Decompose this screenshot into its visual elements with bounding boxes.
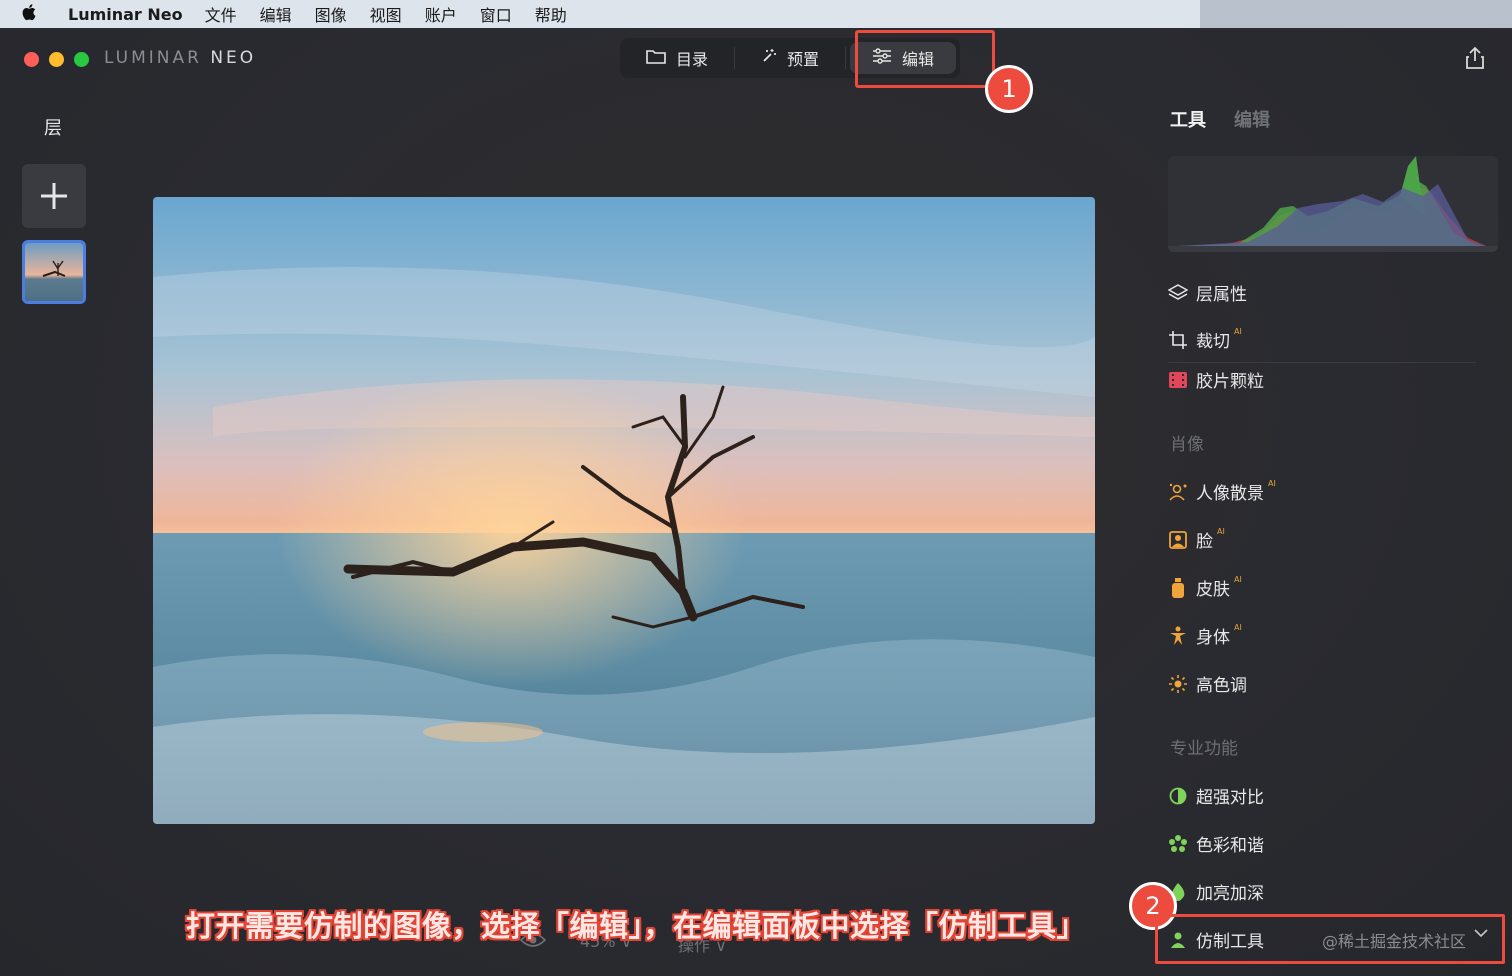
- section-professional: 专业功能: [1170, 739, 1238, 759]
- panel-divider: [1168, 362, 1476, 363]
- body-icon: [1168, 626, 1188, 646]
- magic-wand-icon: [761, 48, 777, 68]
- crop-icon: [1168, 330, 1188, 350]
- tool-dodge-burn[interactable]: 加亮加深: [1168, 879, 1264, 904]
- panel-tabs: 工具 编辑: [1170, 106, 1270, 132]
- color-harmony-icon: [1168, 834, 1188, 854]
- face-icon: [1168, 530, 1188, 550]
- add-layer-button[interactable]: [22, 164, 86, 228]
- tool-label: 高色调: [1196, 676, 1247, 696]
- tool-label: 胶片颗粒: [1196, 372, 1264, 392]
- tool-crop[interactable]: 裁切 AI: [1168, 327, 1242, 352]
- edit-tab-highlight: [855, 30, 995, 88]
- film-grain-icon: [1168, 370, 1188, 390]
- ai-badge: AI: [1234, 327, 1242, 336]
- portrait-bokeh-icon: [1168, 482, 1188, 502]
- logo-luminar: LUMINAR: [104, 48, 202, 68]
- tool-portrait-bokeh[interactable]: 人像散景 AI: [1168, 479, 1276, 504]
- tool-label: 色彩和谐: [1196, 836, 1264, 856]
- tab-catalog-label: 目录: [676, 50, 709, 69]
- tool-label: 脸: [1196, 532, 1213, 552]
- menu-window[interactable]: 窗口: [480, 2, 512, 26]
- ai-badge: AI: [1234, 575, 1242, 584]
- layers-title: 层: [44, 118, 62, 139]
- tool-label: 层属性: [1196, 285, 1247, 305]
- main-photo-canvas[interactable]: [153, 197, 1095, 824]
- tool-label: 人像散景: [1196, 484, 1264, 504]
- tool-layer-properties[interactable]: 层属性: [1168, 280, 1247, 305]
- menu-help[interactable]: 帮助: [535, 2, 567, 26]
- app-window: LUMINAR NEO 目录 预置 编辑 1 层 45% ∨ 操作 ∨ 打开需要…: [0, 30, 1512, 976]
- tool-body[interactable]: 身体 AI: [1168, 623, 1242, 648]
- logo-neo: NEO: [210, 48, 257, 68]
- tool-label: 裁切: [1196, 332, 1230, 352]
- menu-account[interactable]: 账户: [425, 2, 457, 26]
- layer-thumbnail[interactable]: [22, 240, 86, 304]
- instruction-caption: 打开需要仿制的图像，选择「编辑」，在编辑面板中选择「仿制工具」: [186, 909, 1087, 943]
- traffic-lights: [24, 52, 89, 67]
- menu-app-name[interactable]: Luminar Neo: [68, 5, 183, 24]
- tool-high-key[interactable]: 高色调: [1168, 671, 1247, 696]
- nav-divider: [845, 47, 847, 69]
- share-icon[interactable]: [1464, 46, 1486, 70]
- menu-edit[interactable]: 编辑: [260, 2, 292, 26]
- menu-image[interactable]: 图像: [315, 2, 347, 26]
- zoom-window-button[interactable]: [74, 52, 89, 67]
- tool-label: 皮肤: [1196, 580, 1230, 600]
- tool-film-grain[interactable]: 胶片颗粒: [1168, 367, 1264, 392]
- tool-color-harmony[interactable]: 色彩和谐: [1168, 831, 1264, 856]
- menubar-right: [1200, 0, 1512, 28]
- tab-edits[interactable]: 编辑: [1234, 106, 1270, 132]
- tab-presets[interactable]: 预置: [735, 38, 845, 78]
- tool-face[interactable]: 脸 AI: [1168, 527, 1225, 552]
- tool-label: 身体: [1196, 628, 1230, 648]
- tool-skin[interactable]: 皮肤 AI: [1168, 575, 1242, 600]
- close-window-button[interactable]: [24, 52, 39, 67]
- menubar-left: Luminar Neo 文件 编辑 图像 视图 账户 窗口 帮助: [0, 0, 1200, 28]
- tab-presets-label: 预置: [787, 50, 820, 69]
- ai-badge: AI: [1268, 479, 1276, 488]
- section-portrait: 肖像: [1170, 435, 1204, 455]
- tool-supercontrast[interactable]: 超强对比: [1168, 783, 1264, 808]
- app-logo: LUMINAR NEO: [104, 48, 256, 68]
- ai-badge: AI: [1234, 623, 1242, 632]
- skin-icon: [1168, 577, 1188, 598]
- minimize-window-button[interactable]: [49, 52, 64, 67]
- step-badge-1: 1: [985, 65, 1033, 113]
- tool-label: 超强对比: [1196, 788, 1264, 808]
- histogram: [1168, 156, 1498, 252]
- menu-view[interactable]: 视图: [370, 2, 402, 26]
- watermark: @稀土掘金技术社区: [1322, 932, 1467, 951]
- supercontrast-icon: [1168, 786, 1188, 806]
- tab-catalog[interactable]: 目录: [620, 38, 734, 78]
- folder-icon: [646, 48, 666, 68]
- menu-file[interactable]: 文件: [205, 2, 237, 26]
- ai-badge: AI: [1217, 527, 1225, 536]
- layers-icon: [1168, 283, 1188, 303]
- apple-icon[interactable]: [22, 3, 50, 26]
- tab-tools[interactable]: 工具: [1170, 106, 1206, 132]
- high-key-icon: [1168, 674, 1188, 694]
- tool-label: 加亮加深: [1196, 884, 1264, 904]
- chevron-down-icon[interactable]: [1474, 926, 1488, 942]
- macos-menubar: Luminar Neo 文件 编辑 图像 视图 账户 窗口 帮助: [0, 0, 1512, 28]
- plus-icon: [41, 183, 67, 209]
